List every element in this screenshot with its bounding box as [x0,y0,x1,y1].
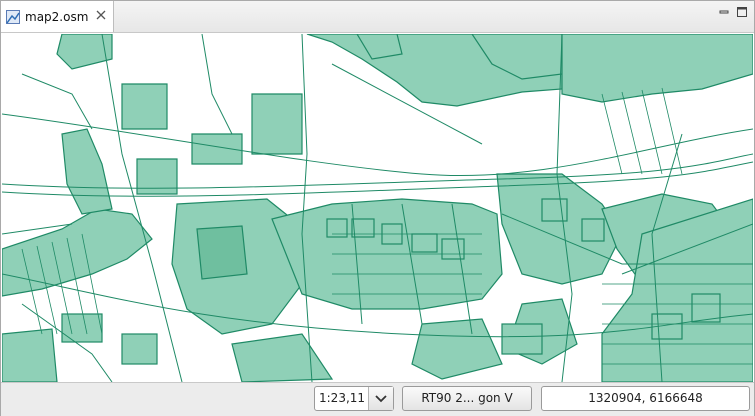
fortress-core [196,225,248,280]
building-block [541,198,568,222]
chevron-down-icon [375,394,387,402]
crs-button[interactable]: RT90 2... gon V [402,386,532,411]
window-controls [718,6,748,18]
west-park [2,208,153,297]
sw-block [231,333,334,382]
editor-window: map2.osm 1:23,11 RT90 2... gon V 1320904… [0,0,755,416]
tab-bar: map2.osm [1,1,754,33]
building-block [581,218,605,242]
map-file-icon [6,9,20,24]
sw-corner [2,328,58,382]
block-nw-1 [121,83,168,130]
park-nw [56,34,113,70]
coordinates-display: 1320904, 6166648 [541,386,750,411]
industrial-area-ne [561,34,753,103]
rail-line [2,153,753,189]
status-bar: 1:23,11 RT90 2... gon V 1320904, 6166648 [1,382,754,416]
map-canvas[interactable] [2,34,753,382]
block-n-1 [251,93,303,155]
south-block-2 [411,318,503,380]
building-block [441,238,465,260]
scale-selector[interactable]: 1:23,11 [314,386,394,411]
close-icon[interactable] [95,10,107,23]
tab-title: map2.osm [25,9,89,24]
minimize-icon[interactable] [718,6,730,18]
road-nw [201,34,233,135]
maximize-icon[interactable] [736,6,748,18]
building-block [411,233,438,253]
road-central [301,34,313,382]
building-block [691,293,721,323]
tab-map2-osm[interactable]: map2.osm [1,1,114,32]
street [21,73,93,130]
map-svg [2,34,753,382]
landuse-polygons [2,34,753,382]
west-strip [61,128,113,215]
scale-dropdown-button[interactable] [368,387,393,410]
building-block [121,333,158,365]
ne-streets [601,87,683,175]
building-block [501,323,543,355]
scale-value[interactable]: 1:23,11 [315,387,368,410]
building-block [61,313,103,343]
